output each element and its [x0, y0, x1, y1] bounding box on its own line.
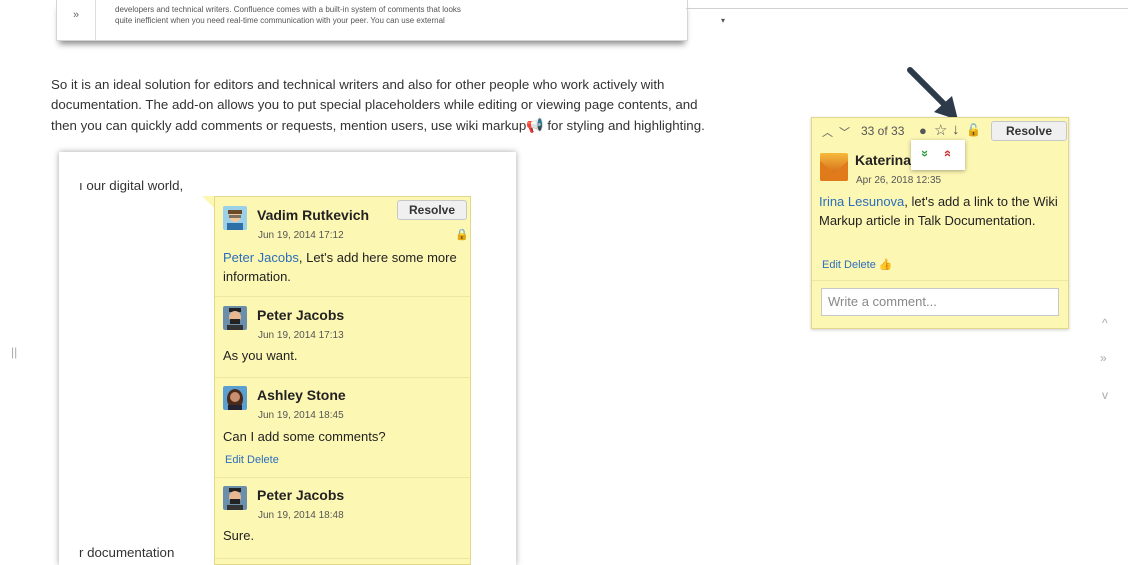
chevron-down-icon[interactable]: ﹀ — [839, 124, 850, 140]
resize-handle[interactable]: || — [11, 345, 17, 359]
comment-body: Sure. — [223, 528, 255, 543]
comment-body: Irina Lesunova, let's add a link to the … — [819, 192, 1059, 230]
comment-date: Jun 19, 2014 17:12 — [258, 230, 344, 241]
page-text-fragment: ı our digital world, — [79, 178, 184, 193]
avatar-vadim — [223, 206, 247, 230]
paragraph-text: then you can quickly add comments or req… — [51, 118, 527, 133]
comment-date: Apr 26, 2018 12:35 — [856, 175, 942, 186]
like-icon[interactable]: 👍 — [879, 259, 893, 271]
scroll-down-icon[interactable]: v — [1102, 388, 1108, 402]
user-mention[interactable]: Peter Jacobs — [223, 250, 299, 265]
intro-paragraph: So it is an ideal solution for editors a… — [51, 75, 811, 136]
scroll-up-icon[interactable]: ^ — [1102, 316, 1108, 330]
edit-link[interactable]: Edit — [822, 259, 841, 271]
page-text-fragment: r documentation — [79, 545, 175, 560]
resolve-button[interactable]: Resolve — [991, 121, 1067, 141]
comment-author[interactable]: Vadim Rutkevich — [257, 207, 369, 223]
scroll-down-icon[interactable]: ▾ — [721, 16, 725, 25]
comment-thread: Resolve Vadim Rutkevich Jun 19, 2014 17:… — [214, 196, 471, 565]
comment-author[interactable]: Katerina — [855, 152, 911, 168]
comment-actions: Edit Delete 👍 — [822, 258, 893, 271]
comment-item: Ashley Stone Jun 19, 2014 18:45 Can I ad… — [215, 378, 470, 478]
paragraph-line: So it is an ideal solution for editors a… — [51, 77, 665, 92]
excerpt-text: developers and technical writers. Conflu… — [115, 4, 635, 26]
lock-icon[interactable]: 🔒 — [455, 228, 469, 241]
comment-item: Peter Jacobs Jun 19, 2014 17:13 As you w… — [215, 297, 470, 378]
edit-link[interactable]: Edit — [225, 454, 244, 466]
paragraph-text: for styling and highlighting. — [543, 118, 705, 133]
expand-icon[interactable]: » — [1100, 351, 1107, 365]
comment-item: Peter Jacobs Jun 19, 2014 18:48 Sure. — [215, 478, 470, 559]
top-screenshot-excerpt: » developers and technical writers. Conf… — [56, 0, 725, 41]
delete-link[interactable]: Delete — [844, 259, 876, 271]
divider — [686, 8, 1128, 9]
comment-author[interactable]: Peter Jacobs — [257, 307, 344, 323]
avatar-peter — [223, 306, 247, 330]
unlock-icon[interactable]: 🔓 — [966, 123, 981, 137]
sort-down-icon[interactable]: » — [918, 150, 933, 157]
expand-gutter[interactable]: » — [57, 0, 96, 40]
comment-date: Jun 19, 2014 18:45 — [258, 410, 344, 421]
delete-link[interactable]: Delete — [247, 454, 279, 466]
comment-actions: Edit Delete — [225, 454, 279, 466]
color-drop-icon[interactable]: ● — [919, 123, 927, 138]
comment-author[interactable]: Ashley Stone — [257, 387, 346, 403]
arrow-down-icon[interactable]: ↓ — [952, 121, 960, 138]
comment-counter: 33 of 33 — [861, 124, 905, 138]
comment-author[interactable]: Peter Jacobs — [257, 487, 344, 503]
avatar-katerina — [820, 153, 848, 181]
comment-body: Can I add some comments? — [223, 429, 386, 444]
comment-body: Peter Jacobs, Let's add here some more i… — [223, 248, 463, 286]
chevron-up-icon[interactable]: ︿ — [822, 124, 833, 140]
megaphone-icon[interactable]: 📢 — [526, 117, 543, 133]
excerpt-line: developers and technical writers. Conflu… — [115, 5, 461, 14]
avatar-ashley — [223, 386, 247, 410]
sort-up-icon[interactable]: » — [939, 150, 954, 157]
divider — [812, 280, 1068, 281]
comment-date: Jun 19, 2014 17:13 — [258, 330, 344, 341]
paragraph-line: then you can quickly add comments or req… — [51, 115, 811, 136]
comment-body: As you want. — [223, 348, 298, 363]
avatar-peter — [223, 486, 247, 510]
sort-popup: » » — [911, 140, 965, 170]
user-mention[interactable]: Irina Lesunova — [819, 194, 904, 209]
paragraph-line: documentation. The add-on allows you to … — [51, 97, 698, 112]
comment-date: Jun 19, 2014 18:48 — [258, 510, 344, 521]
star-icon[interactable]: ☆ — [934, 121, 947, 139]
comment-item: Vadim Rutkevich Jun 19, 2014 17:12 🔒 Pet… — [215, 197, 470, 297]
excerpt-line: quite inefficient when you need real-tim… — [115, 16, 445, 25]
write-comment-input[interactable]: Write a comment... — [821, 288, 1059, 316]
expand-icon[interactable]: » — [73, 9, 79, 21]
